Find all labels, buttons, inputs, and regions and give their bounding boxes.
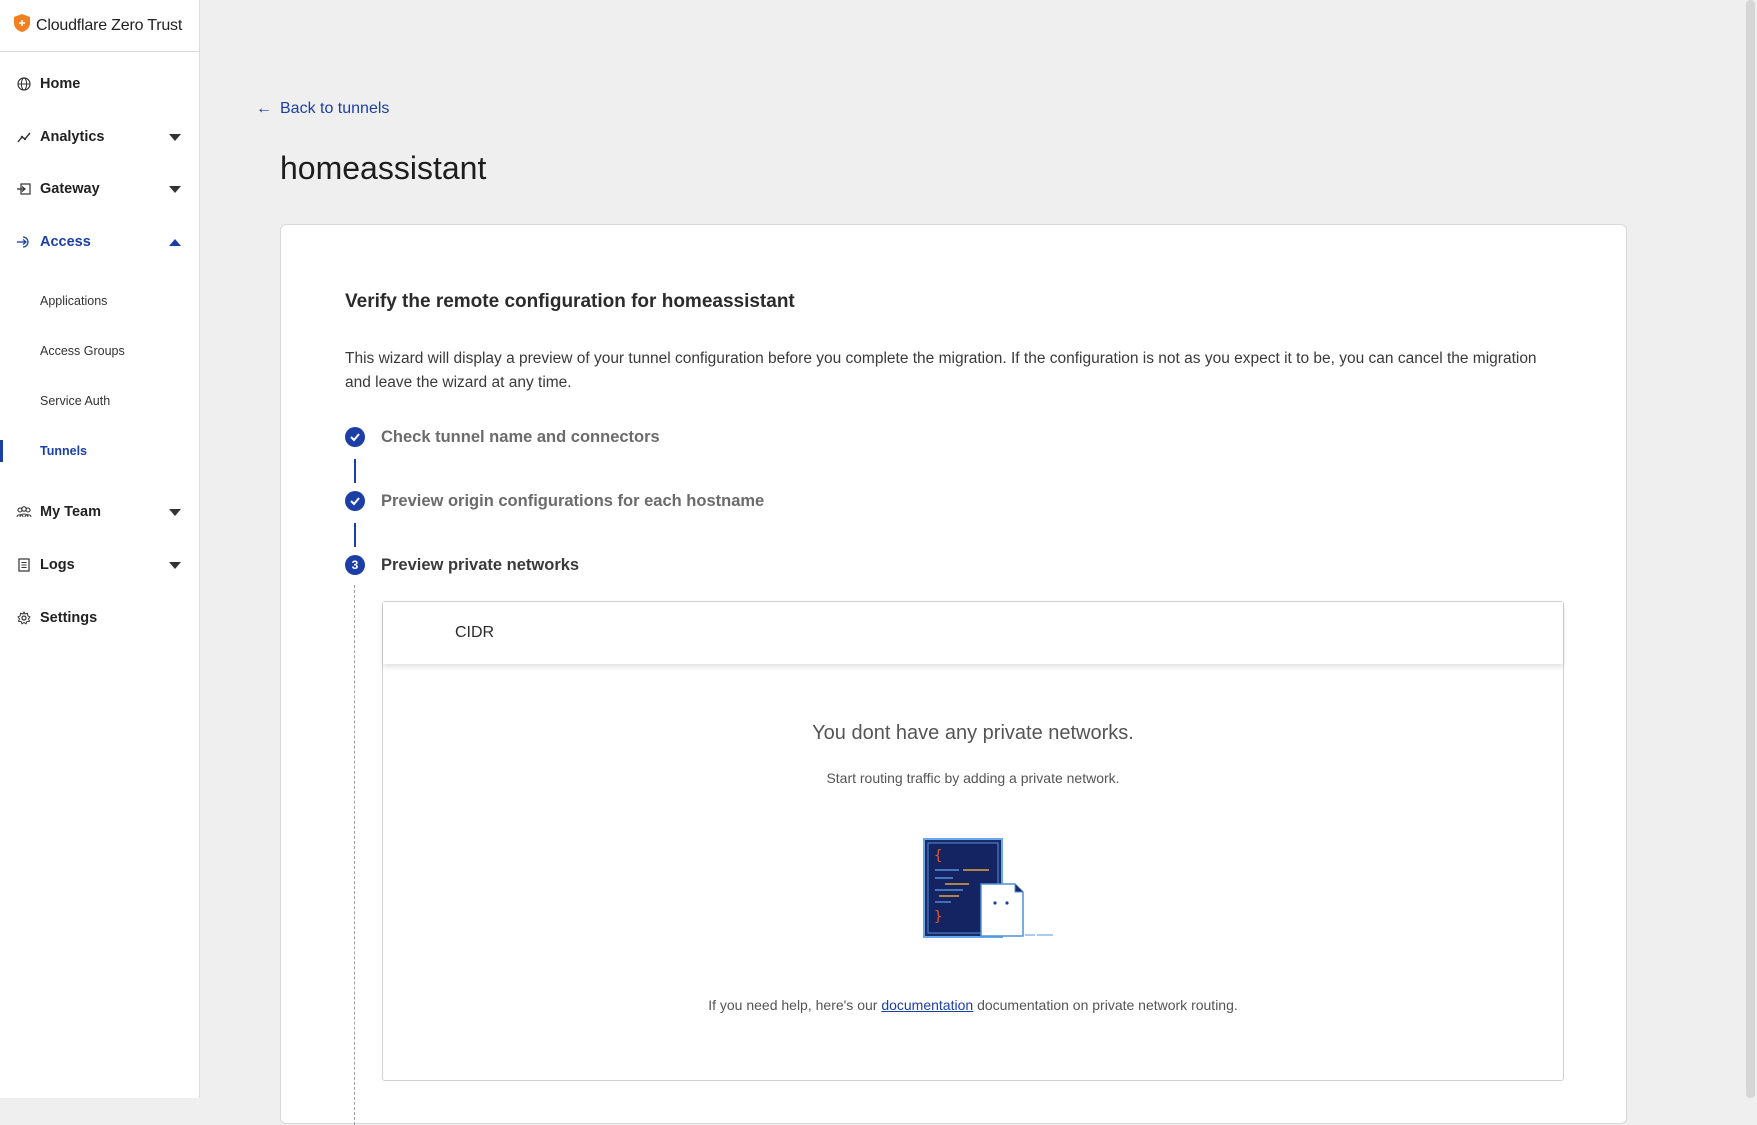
step-preview-origin: Preview origin configurations for each h… xyxy=(345,491,764,511)
sidebar-item-label: Home xyxy=(40,76,81,92)
scrollbar[interactable] xyxy=(1743,0,1757,1098)
sidebar-item-analytics[interactable]: Analytics xyxy=(0,119,199,155)
arrow-left-icon: ← xyxy=(256,100,272,117)
brand[interactable]: Cloudflare Zero Trust xyxy=(0,0,199,52)
step-check-tunnel: Check tunnel name and connectors xyxy=(345,427,660,447)
gateway-icon xyxy=(16,181,32,197)
sidebar-item-my-team[interactable]: My Team xyxy=(0,494,199,530)
sidebar-item-gateway[interactable]: Gateway xyxy=(0,171,199,207)
chevron-down-icon xyxy=(169,185,181,193)
brand-name: Cloudflare Zero Trust xyxy=(36,16,183,34)
step-number-badge: 3 xyxy=(345,555,365,575)
step-label: Preview private networks xyxy=(381,555,580,574)
gear-icon xyxy=(16,610,32,626)
column-header-cidr[interactable]: CIDR xyxy=(455,624,494,642)
documentation-link[interactable]: documentation xyxy=(881,997,973,1013)
private-networks-table: CIDR You dont have any private networks.… xyxy=(382,601,1564,1081)
svg-text:}: } xyxy=(934,909,942,925)
analytics-icon xyxy=(16,129,32,145)
step-connector xyxy=(354,459,356,483)
step-preview-private-networks: 3 Preview private networks xyxy=(345,555,579,575)
sidebar-subitem-tunnels[interactable]: Tunnels xyxy=(0,436,199,466)
scrollbar-thumb[interactable] xyxy=(1746,0,1755,1098)
cloudflare-shield-logo-icon xyxy=(14,14,30,37)
sidebar-item-label: Access xyxy=(40,234,91,250)
sidebar-item-label: Settings xyxy=(40,610,98,626)
step-label: Preview origin configurations for each h… xyxy=(381,491,765,510)
sidebar-subitem-service-auth[interactable]: Service Auth xyxy=(0,386,199,416)
access-icon xyxy=(16,234,32,250)
card-description: This wizard will display a preview of yo… xyxy=(345,350,1537,391)
migration-wizard-card: Verify the remote configuration for home… xyxy=(280,224,1627,1125)
sidebar-subitem-access-groups[interactable]: Access Groups xyxy=(0,336,199,366)
code-file-illustration-icon: { } xyxy=(923,838,1055,945)
sidebar: Cloudflare Zero Trust Home Analytics Gat… xyxy=(0,0,200,1098)
step-connector xyxy=(354,523,356,547)
empty-state-title: You dont have any private networks. xyxy=(812,722,1134,744)
svg-text:{: { xyxy=(934,848,942,864)
table-header: CIDR xyxy=(383,602,1563,664)
logs-icon xyxy=(16,557,32,573)
globe-icon xyxy=(16,76,32,92)
sidebar-item-label: Gateway xyxy=(40,181,100,197)
sidebar-item-settings[interactable]: Settings xyxy=(0,600,199,636)
sidebar-item-home[interactable]: Home xyxy=(0,66,199,102)
chevron-down-icon xyxy=(169,561,181,569)
chevron-down-icon xyxy=(169,133,181,141)
sidebar-item-label: Analytics xyxy=(40,129,105,145)
check-icon xyxy=(345,427,365,447)
sidebar-item-label: Logs xyxy=(40,557,75,573)
back-to-tunnels-link[interactable]: ← Back to tunnels xyxy=(256,100,389,118)
sidebar-subitem-applications[interactable]: Applications xyxy=(0,286,199,316)
page-title: homeassistant xyxy=(280,150,487,186)
step-label: Check tunnel name and connectors xyxy=(381,427,660,446)
team-icon xyxy=(16,504,32,520)
empty-state-subtitle: Start routing traffic by adding a privat… xyxy=(826,770,1120,786)
help-text: If you need help, here's our documentati… xyxy=(383,997,1563,1013)
sidebar-item-label: My Team xyxy=(40,504,101,520)
card-heading: Verify the remote configuration for home… xyxy=(345,291,795,312)
help-prefix: If you need help, here's our xyxy=(708,997,878,1013)
help-suffix: documentation on private network routing… xyxy=(977,997,1238,1013)
sidebar-item-logs[interactable]: Logs xyxy=(0,547,199,583)
sidebar-item-access[interactable]: Access xyxy=(0,224,199,260)
check-icon xyxy=(345,491,365,511)
chevron-up-icon xyxy=(169,238,181,246)
chevron-down-icon xyxy=(169,508,181,516)
back-link-label: Back to tunnels xyxy=(280,100,390,117)
step-dashed-connector xyxy=(354,585,355,1125)
